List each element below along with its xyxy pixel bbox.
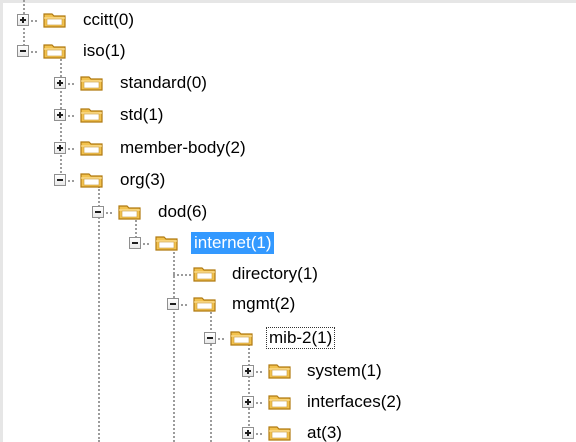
collapse-toggle-icon[interactable] — [54, 174, 66, 186]
tree-node-label[interactable]: mgmt(2) — [229, 293, 298, 315]
tree-node-label-selected[interactable]: internet(1) — [191, 232, 275, 254]
expand-toggle-icon[interactable] — [54, 109, 66, 121]
folder-icon — [267, 423, 293, 442]
folder-icon — [79, 170, 105, 190]
tree-node-label[interactable]: system(1) — [304, 360, 385, 382]
expand-toggle-icon[interactable] — [242, 365, 254, 377]
folder-icon — [192, 264, 218, 284]
collapse-toggle-icon[interactable] — [204, 332, 216, 344]
tree-node-label[interactable]: ccitt(0) — [80, 9, 137, 31]
tree-node-label[interactable]: standard(0) — [117, 72, 210, 94]
folder-icon — [42, 41, 68, 61]
expand-toggle-icon[interactable] — [54, 77, 66, 89]
folder-icon — [192, 294, 218, 314]
expand-toggle-icon[interactable] — [17, 14, 29, 26]
tree-connector — [173, 274, 191, 276]
tree-connector — [98, 186, 100, 442]
collapse-toggle-icon[interactable] — [167, 298, 179, 310]
collapse-toggle-icon[interactable] — [17, 45, 29, 57]
tree-node-label[interactable]: std(1) — [117, 104, 166, 126]
tree-node-label[interactable]: at(3) — [304, 422, 345, 442]
folder-icon — [42, 10, 68, 30]
folder-icon — [229, 328, 255, 348]
tree-connector — [173, 248, 175, 442]
expand-toggle-icon[interactable] — [242, 427, 254, 439]
tree-node-label[interactable]: dod(6) — [155, 201, 210, 223]
folder-icon — [267, 392, 293, 412]
tree-node-label[interactable]: org(3) — [117, 169, 168, 191]
collapse-toggle-icon[interactable] — [129, 237, 141, 249]
folder-icon — [267, 361, 293, 381]
tree-node-label[interactable]: member-body(2) — [117, 137, 249, 159]
tree-node-label[interactable]: iso(1) — [80, 40, 129, 62]
folder-icon — [79, 105, 105, 125]
collapse-toggle-icon[interactable] — [92, 206, 104, 218]
tree-node-label[interactable]: interfaces(2) — [304, 391, 404, 413]
expand-toggle-icon[interactable] — [54, 142, 66, 154]
folder-icon — [154, 233, 180, 253]
folder-icon — [79, 73, 105, 93]
tree-node-label-focused[interactable]: mib-2(1) — [266, 327, 336, 349]
tree-node-label[interactable]: directory(1) — [229, 263, 321, 285]
folder-icon — [117, 202, 143, 222]
tree-connector — [210, 308, 212, 442]
mib-tree[interactable]: ccitt(0) iso(1) standard(0) std(1) membe… — [0, 0, 576, 442]
expand-toggle-icon[interactable] — [242, 396, 254, 408]
folder-icon — [79, 138, 105, 158]
